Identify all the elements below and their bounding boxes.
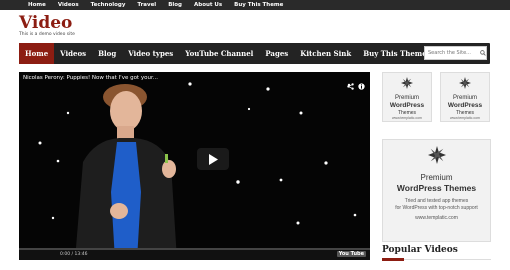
- search-icon[interactable]: [480, 47, 486, 59]
- nav-item-buy-theme[interactable]: Buy This Theme: [357, 43, 432, 64]
- search-box: [424, 46, 487, 60]
- top-menu-videos[interactable]: Videos: [58, 0, 79, 10]
- top-menu: Home Videos Technology Travel Blog About…: [0, 0, 510, 10]
- top-menu-home[interactable]: Home: [28, 0, 46, 10]
- site-title[interactable]: Video: [19, 14, 72, 32]
- nav-item-kitchen-sink[interactable]: Kitchen Sink: [294, 43, 357, 64]
- top-menu-travel[interactable]: Travel: [137, 0, 156, 10]
- ad-banner-small-2[interactable]: Premium WordPress Themes www.templatic.c…: [440, 72, 490, 122]
- heading-accent: [382, 258, 404, 261]
- share-icon[interactable]: [347, 75, 354, 94]
- top-bar: Home Videos Technology Travel Blog About…: [0, 0, 510, 10]
- ad-text-tagline-2: for WordPress with top-notch support: [395, 205, 478, 211]
- info-icon[interactable]: [358, 75, 365, 94]
- video-controls: 0:00 / 13:46 You Tube: [19, 248, 370, 260]
- settings-icon[interactable]: [325, 251, 331, 260]
- top-menu-about-us[interactable]: About Us: [194, 0, 222, 10]
- ad-text-premium: Premium: [394, 95, 419, 101]
- ad-url: www.templatic.com: [450, 116, 480, 120]
- video-player[interactable]: Nicolas Perony: Puppies! Now that I've g…: [19, 72, 370, 260]
- starburst-icon: [427, 146, 446, 164]
- nav-item-blog[interactable]: Blog: [92, 43, 122, 64]
- play-icon: [209, 153, 218, 165]
- nav-item-videos[interactable]: Videos: [54, 43, 92, 64]
- ad-text-premium: Premium: [420, 173, 453, 182]
- site-tagline: This is a demo video site: [19, 32, 75, 37]
- main-menu: Home Videos Blog Video types YouTube Cha…: [19, 43, 490, 64]
- ad-banner-large[interactable]: Premium WordPress Themes Tried and teste…: [382, 139, 491, 242]
- main-nav: Home Videos Blog Video types YouTube Cha…: [19, 43, 490, 64]
- nav-item-video-types[interactable]: Video types: [122, 43, 179, 64]
- search-input[interactable]: [425, 47, 480, 59]
- ad-text-wordpress: WordPress: [389, 102, 425, 109]
- top-menu-blog[interactable]: Blog: [168, 0, 182, 10]
- ad-banner-small-1[interactable]: Premium WordPress Themes www.templatic.c…: [382, 72, 432, 122]
- play-small-icon[interactable]: [27, 251, 33, 260]
- nav-item-home[interactable]: Home: [19, 43, 55, 64]
- video-frame-image: [19, 72, 370, 260]
- ad-url: www.templatic.com: [392, 116, 422, 120]
- nav-item-pages[interactable]: Pages: [259, 43, 294, 64]
- video-title[interactable]: Nicolas Perony: Puppies! Now that I've g…: [23, 75, 158, 81]
- ad-text-premium: Premium: [452, 95, 477, 101]
- nav-item-youtube-channel[interactable]: YouTube Channel: [179, 43, 259, 64]
- ad-text-wordpress: WordPress: [447, 102, 483, 109]
- top-menu-technology[interactable]: Technology: [91, 0, 126, 10]
- starburst-icon: [401, 77, 413, 89]
- starburst-icon: [459, 77, 471, 89]
- top-menu-buy-theme[interactable]: Buy This Theme: [234, 0, 283, 10]
- ad-text-tagline-1: Tried and tested app themes: [404, 198, 469, 204]
- popular-videos-heading: Popular Videos: [382, 245, 458, 255]
- ad-text-wordpress-themes: WordPress Themes: [396, 183, 477, 193]
- youtube-logo[interactable]: You Tube: [336, 251, 366, 257]
- video-time: 0:00 / 13:46: [60, 252, 88, 257]
- ad-url: www.templatic.com: [415, 215, 458, 221]
- volume-icon[interactable]: [43, 251, 50, 260]
- play-button[interactable]: [197, 148, 229, 170]
